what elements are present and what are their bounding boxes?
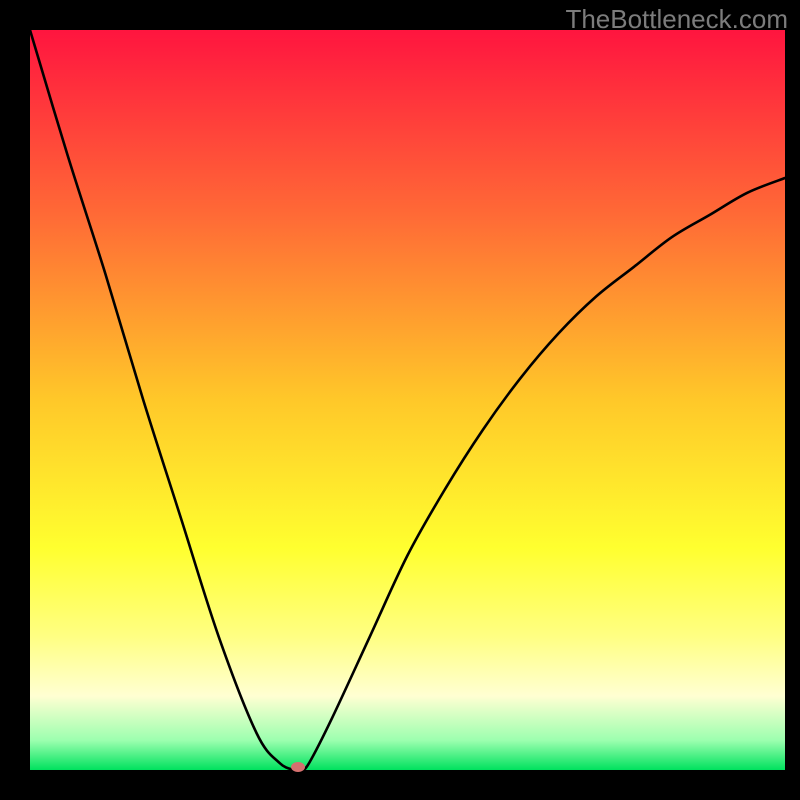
minimum-marker	[291, 762, 305, 772]
chart-frame: { "watermark": "TheBottleneck.com", "cha…	[0, 0, 800, 800]
watermark-text: TheBottleneck.com	[565, 4, 788, 35]
bottleneck-chart	[0, 0, 800, 800]
